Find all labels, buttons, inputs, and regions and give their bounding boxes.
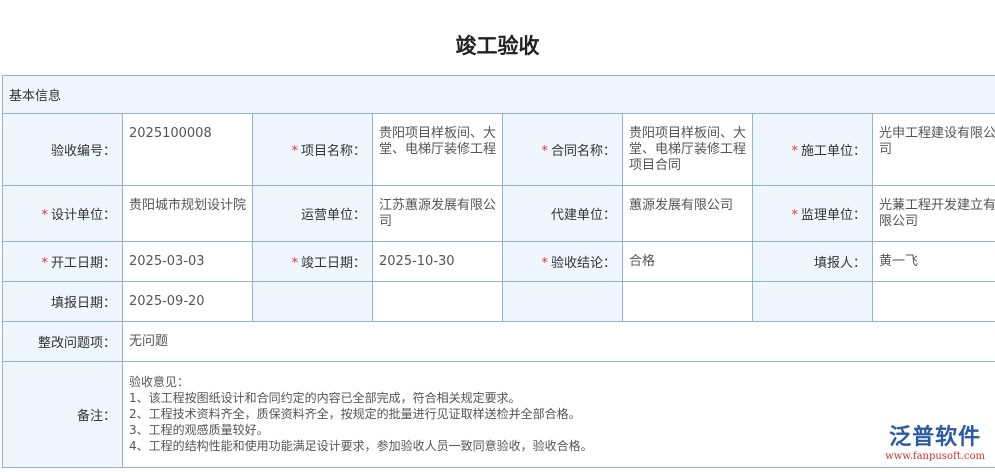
field-value: 2025-03-03 (122, 241, 253, 282)
remarks-line: 验收意见： (129, 375, 190, 389)
required-icon: * (291, 256, 298, 271)
label-text: 监理单位： (800, 208, 866, 223)
field-value: 江苏蕙源发展有限公司 (372, 185, 503, 242)
logo-name: 泛普软件 (889, 425, 982, 450)
field-value: 合格 (622, 241, 753, 282)
field-value: 蕙源发展有限公司 (622, 185, 753, 242)
rectify-label: 整改问题项： (2, 321, 123, 362)
label-text: 填报日期： (50, 296, 116, 311)
remarks-label: 备注： (2, 361, 123, 468)
label-text: 竣工日期： (300, 256, 366, 271)
required-icon: * (541, 256, 548, 271)
label-text: 代建单位： (550, 208, 616, 223)
field-value: 光申工程建设有限公司 (871, 113, 995, 186)
label-text: 验收编号： (50, 144, 116, 159)
remarks-line: 3、工程的观感质量较好。 (129, 423, 269, 437)
field-label: * 竣工日期： (252, 241, 373, 282)
required-icon: * (791, 144, 798, 159)
field-label (252, 281, 373, 322)
field-label: 验收编号： (2, 113, 123, 186)
remarks-line: 4、工程的结构性能和使用功能满足设计要求，参加验收人员一致同意验收，验收合格。 (129, 439, 593, 453)
field-value (622, 281, 753, 322)
required-icon: * (41, 208, 48, 223)
form-row: 填报日期： 2025-09-20 (2, 281, 995, 322)
field-label: * 合同名称： (502, 113, 623, 186)
field-value: 2025100008 (122, 113, 253, 186)
field-label: 代建单位： (502, 185, 623, 242)
remarks-value: 验收意见： 1、该工程按图纸设计和合同约定的内容已全部完成，符合相关规定要求。 … (121, 361, 995, 468)
remarks-line: 1、该工程按图纸设计和合同约定的内容已全部完成，符合相关规定要求。 (129, 391, 521, 405)
required-icon: * (791, 208, 798, 223)
field-label: 填报日期： (2, 281, 123, 322)
label-text: 开工日期： (50, 256, 116, 271)
field-label: * 验收结论： (502, 241, 623, 282)
rectify-value: 无问题 (121, 321, 995, 362)
field-value: 贵阳城市规划设计院 (122, 185, 253, 242)
field-value: 贵阳项目样板间、大堂、电梯厅装修工程 (372, 113, 503, 186)
label-text: 填报人： (813, 256, 866, 271)
label-text: 施工单位： (800, 144, 866, 159)
field-label: * 设计单位： (2, 185, 123, 242)
label-text: 合同名称： (550, 144, 616, 159)
brand-logo: 泛普软件 www.fanpusoft.com (885, 419, 985, 462)
field-label: * 项目名称： (252, 113, 373, 186)
field-value: 2025-09-20 (122, 281, 253, 322)
field-label: * 监理单位： (752, 185, 873, 242)
label-text: 设计单位： (50, 208, 116, 223)
field-label (752, 281, 873, 322)
logo-url: www.fanpusoft.com (885, 451, 985, 462)
field-label: 运营单位： (252, 185, 373, 242)
field-value (871, 281, 995, 322)
field-value: 黄一飞 (871, 241, 995, 282)
page-title: 竣工验收 (455, 34, 540, 58)
label-text: 运营单位： (300, 208, 366, 223)
required-icon: * (291, 144, 298, 159)
field-label: * 开工日期： (2, 241, 123, 282)
label-text: 验收结论： (550, 256, 616, 271)
field-value: 贵阳项目样板间、大堂、电梯厅装修工程项目合同 (622, 113, 753, 186)
label-text: 项目名称： (300, 144, 366, 159)
form-row: 验收编号： 2025100008 * 项目名称： 贵阳项目样板间、大堂、电梯厅装修工程 *… (2, 113, 995, 186)
field-value (372, 281, 503, 322)
required-icon: * (41, 256, 48, 271)
section-header: 基本信息 (1, 75, 995, 114)
field-label (502, 281, 623, 322)
acceptance-form: 基本信息 验收编号： 2025100008 * 项目名称： 贵阳项目样板间、大堂、电梯厅… (1, 75, 995, 468)
required-icon: * (541, 144, 548, 159)
form-row: * 设计单位： 贵阳城市规划设计院 运营单位： 江苏蕙源发展有限公司 代建单位： 蕙源发展有… (2, 185, 995, 242)
field-value: 2025-10-30 (372, 241, 503, 282)
field-label: * 施工单位： (752, 113, 873, 186)
remarks-line: 2、工程技术资料齐全，质保资料齐全，按规定的批量进行见证取样送检并全部合格。 (129, 407, 581, 421)
field-value: 光蒹工程开发建立有限公司 (871, 185, 995, 242)
field-label: 填报人： (752, 241, 873, 282)
form-row: * 开工日期： 2025-03-03 * 竣工日期： 2025-10-30 * 验收结论： 合格… (2, 241, 995, 282)
